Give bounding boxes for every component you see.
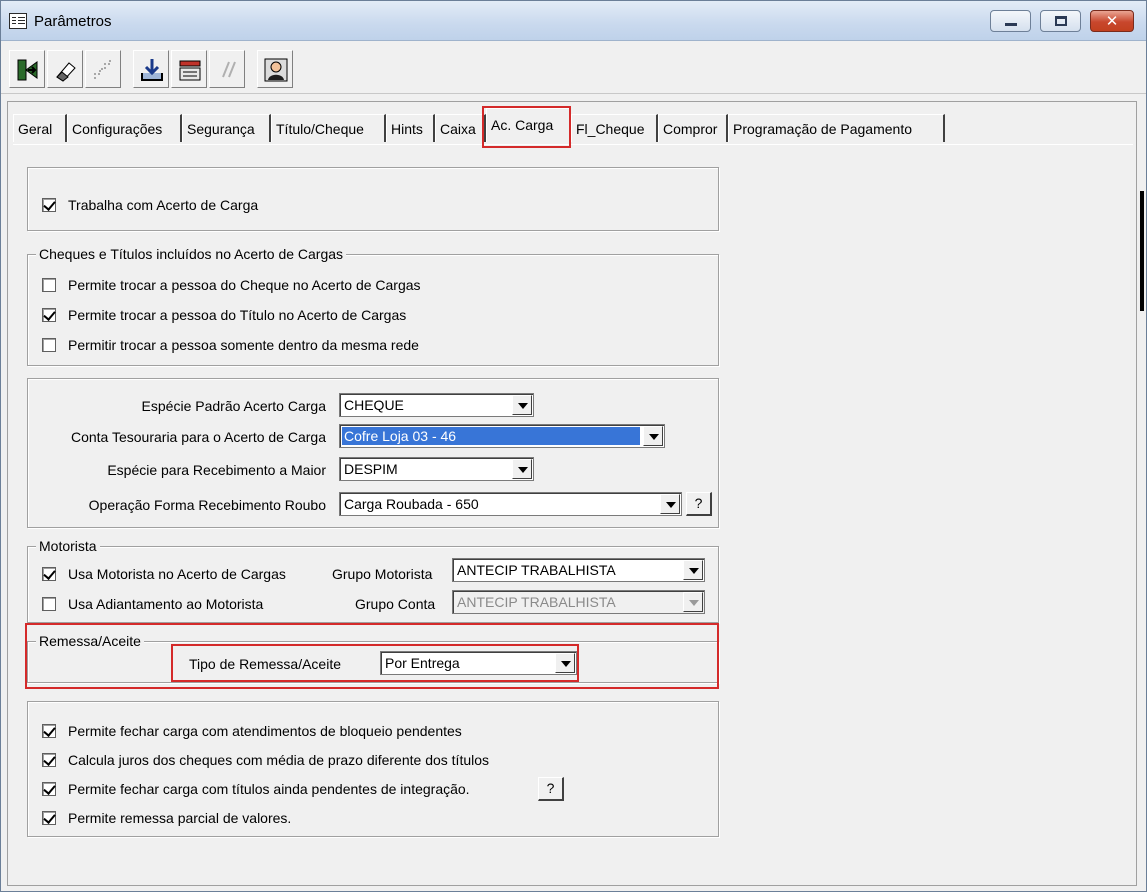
- grupo-motorista-value: ANTECIP TRABALHISTA: [457, 562, 616, 578]
- trocar-mesma-rede-label: Permitir trocar a pessoa somente dentro …: [68, 337, 419, 353]
- tab-configuracoes[interactable]: Configurações: [67, 114, 182, 142]
- tab-fl-cheque[interactable]: Fl_Cheque: [571, 114, 658, 142]
- toolbar: [1, 42, 1146, 94]
- title-bar[interactable]: Parâmetros ✕: [1, 1, 1146, 41]
- trocar-pessoa-titulo-label: Permite trocar a pessoa do Título no Ace…: [68, 307, 407, 323]
- window-edge: [1140, 191, 1144, 311]
- tab-hints[interactable]: Hints: [386, 114, 435, 142]
- motorista-legend: Motorista: [36, 538, 100, 554]
- chevron-down-icon[interactable]: [683, 560, 703, 580]
- tab-compror[interactable]: Compror: [658, 114, 728, 142]
- especie-recebimento-select[interactable]: DESPIM: [339, 457, 534, 481]
- motorista-group: Motorista Usa Motorista no Acerto de Car…: [27, 538, 719, 623]
- trocar-pessoa-titulo-checkbox[interactable]: [42, 308, 56, 322]
- user-icon: [264, 58, 288, 82]
- tab-titulo-cheque[interactable]: Título/Cheque: [271, 114, 386, 142]
- parametros-window: Parâmetros ✕ Geral Configurações Seguran…: [0, 0, 1147, 892]
- download-tray-icon: [141, 59, 163, 81]
- fechar-pendentes-checkbox[interactable]: [42, 782, 56, 796]
- grupo-conta-select: ANTECIP TRABALHISTA: [452, 590, 705, 614]
- especie-conta-panel: Espécie Padrão Acerto Carga CHEQUE Conta…: [27, 378, 719, 528]
- tab-seguranca[interactable]: Segurança: [182, 114, 271, 142]
- trocar-pessoa-cheque-checkbox[interactable]: [42, 278, 56, 292]
- fechar-pendentes-help-button[interactable]: ?: [538, 777, 564, 801]
- chevron-down-icon[interactable]: [555, 653, 575, 673]
- tab-programacao-pagamento[interactable]: Programação de Pagamento: [728, 114, 945, 142]
- tab-geral[interactable]: Geral: [13, 114, 67, 142]
- acerto-panel: Trabalha com Acerto de Carga: [27, 167, 719, 231]
- remessa-aceite-group: Remessa/Aceite Tipo de Remessa/Aceite Po…: [27, 633, 719, 683]
- grupo-motorista-label: Grupo Motorista: [332, 566, 433, 582]
- load-button[interactable]: [171, 50, 207, 88]
- trabalha-acerto-label: Trabalha com Acerto de Carga: [68, 197, 259, 213]
- fechar-bloqueio-label: Permite fechar carga com atendimentos de…: [68, 723, 462, 739]
- chevron-down-icon[interactable]: [512, 395, 532, 415]
- maximize-button[interactable]: [1040, 10, 1081, 32]
- calcula-juros-checkbox[interactable]: [42, 753, 56, 767]
- usa-motorista-checkbox[interactable]: [42, 567, 56, 581]
- stairs-icon: [94, 60, 111, 79]
- chevron-down-icon[interactable]: [660, 494, 680, 514]
- trabalha-acerto-checkbox[interactable]: [42, 198, 56, 212]
- chevron-down-icon[interactable]: [643, 426, 663, 446]
- calcula-juros-label: Calcula juros dos cheques com média de p…: [68, 752, 490, 768]
- especie-padrao-label: Espécie Padrão Acerto Carga: [141, 398, 326, 414]
- usa-motorista-label: Usa Motorista no Acerto de Cargas: [68, 566, 286, 582]
- grupo-motorista-select[interactable]: ANTECIP TRABALHISTA: [452, 558, 705, 582]
- save-button[interactable]: [133, 50, 169, 88]
- operacao-roubo-help-button[interactable]: ?: [686, 492, 712, 516]
- chevron-down-icon: [683, 592, 703, 612]
- app-window-icon: [9, 13, 27, 29]
- operacao-roubo-select[interactable]: Carga Roubada - 650: [339, 492, 682, 516]
- usa-adiantamento-checkbox[interactable]: [42, 597, 56, 611]
- remessa-aceite-legend: Remessa/Aceite: [36, 633, 144, 649]
- tab-caixa[interactable]: Caixa: [435, 114, 486, 142]
- minimize-icon: [1005, 23, 1017, 26]
- exit-door-icon: [17, 59, 38, 81]
- especie-recebimento-label: Espécie para Recebimento a Maior: [107, 462, 326, 478]
- conta-tesouraria-select[interactable]: Cofre Loja 03 - 46: [339, 424, 665, 448]
- remessa-parcial-checkbox[interactable]: [42, 811, 56, 825]
- operacao-roubo-label: Operação Forma Recebimento Roubo: [88, 497, 326, 513]
- fechamento-panel: Permite fechar carga com atendimentos de…: [27, 701, 719, 837]
- tipo-remessa-value: Por Entrega: [385, 655, 460, 671]
- conta-tesouraria-label: Conta Tesouraria para o Acerto de Carga: [70, 429, 326, 445]
- fechar-bloqueio-checkbox[interactable]: [42, 724, 56, 738]
- close-icon: ✕: [1105, 12, 1119, 30]
- undo-button[interactable]: [85, 50, 121, 88]
- cheques-titulos-legend: Cheques e Títulos incluídos no Acerto de…: [36, 246, 347, 262]
- operacao-roubo-value: Carga Roubada - 650: [344, 496, 479, 512]
- trocar-pessoa-cheque-label: Permite trocar a pessoa do Cheque no Ace…: [68, 277, 421, 293]
- cheques-titulos-group: Cheques e Títulos incluídos no Acerto de…: [27, 246, 719, 366]
- fechar-pendentes-label: Permite fechar carga com títulos ainda p…: [68, 781, 470, 797]
- remessa-parcial-label: Permite remessa parcial de valores.: [68, 810, 292, 826]
- trocar-mesma-rede-checkbox[interactable]: [42, 338, 56, 352]
- grupo-conta-label: Grupo Conta: [355, 596, 436, 612]
- especie-padrao-select[interactable]: CHEQUE: [339, 393, 534, 417]
- open-folder-icon: [179, 60, 201, 81]
- tipo-remessa-label: Tipo de Remessa/Aceite: [189, 656, 341, 672]
- cut-button[interactable]: [209, 50, 245, 88]
- usa-adiantamento-label: Usa Adiantamento ao Motorista: [68, 596, 264, 612]
- tab-ac-carga[interactable]: Ac. Carga: [486, 108, 571, 142]
- especie-padrao-value: CHEQUE: [344, 397, 404, 413]
- grupo-conta-value: ANTECIP TRABALHISTA: [457, 594, 616, 610]
- window-title: Parâmetros: [34, 13, 112, 30]
- especie-recebimento-value: DESPIM: [344, 461, 398, 477]
- tipo-remessa-select[interactable]: Por Entrega: [380, 651, 577, 675]
- minimize-button[interactable]: [990, 10, 1031, 32]
- eraser-icon: [56, 62, 76, 82]
- maximize-icon: [1055, 16, 1067, 26]
- chevron-down-icon[interactable]: [512, 459, 532, 479]
- scissors-icon: [222, 61, 236, 78]
- close-button[interactable]: ✕: [1090, 10, 1134, 32]
- edit-button[interactable]: [47, 50, 83, 88]
- user-button[interactable]: [257, 50, 293, 88]
- conta-tesouraria-value: Cofre Loja 03 - 46: [341, 426, 641, 446]
- exit-button[interactable]: [9, 50, 45, 88]
- tab-baseline: [13, 144, 1133, 145]
